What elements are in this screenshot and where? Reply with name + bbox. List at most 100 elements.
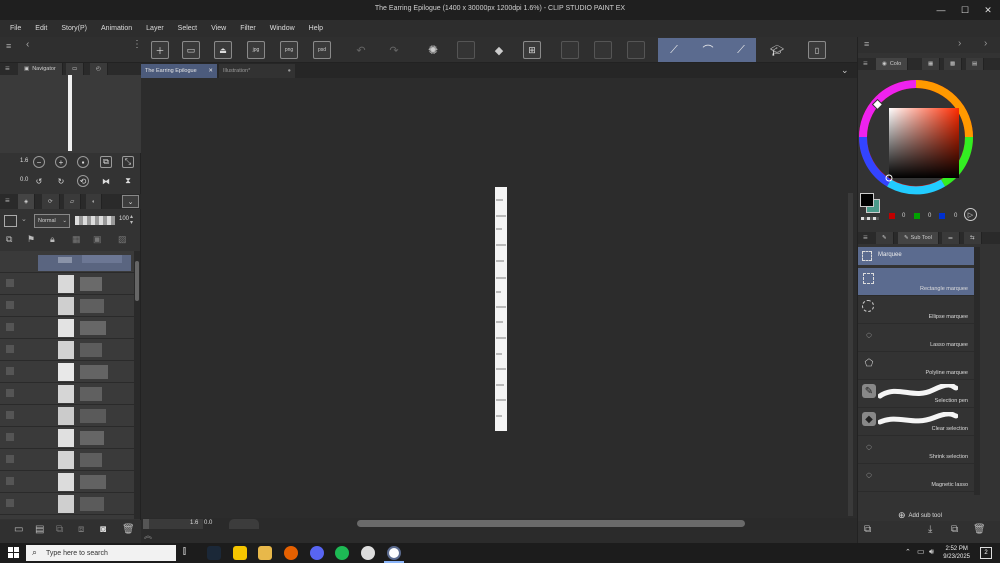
menu-filter[interactable]: Filter <box>233 25 263 32</box>
layer-row[interactable] <box>0 295 134 317</box>
menu-select[interactable]: Select <box>171 25 204 32</box>
reset-rotation-icon[interactable]: ⟲ <box>77 175 89 187</box>
layer-mask-icon[interactable]: ◙ <box>100 524 106 535</box>
color-wheel[interactable] <box>858 77 974 197</box>
taskbar-clock[interactable]: 2:52 PM 9/23/2025 <box>943 545 970 561</box>
subtool-ellipse-marquee[interactable]: Ellipse marquee <box>858 296 974 324</box>
mask-icon[interactable]: ▣ <box>93 234 102 245</box>
clip-studio-paint-icon[interactable] <box>387 546 401 560</box>
layer-row[interactable] <box>0 251 134 273</box>
merge-down-icon[interactable]: ⧉ <box>56 524 63 535</box>
chevron-down-icon[interactable]: ⌄ <box>122 195 139 208</box>
close-button[interactable]: ✕ <box>977 0 999 20</box>
lock-transparent-icon[interactable]: ▦ <box>72 234 81 245</box>
tab-color-history[interactable]: ▤ <box>966 58 985 70</box>
notification-icon[interactable]: 2 <box>980 547 992 559</box>
layer-row[interactable] <box>0 361 134 383</box>
tab-subview[interactable]: ▭ <box>66 63 85 75</box>
tab-info[interactable]: ◴ <box>90 63 108 75</box>
layer-copy-icon[interactable]: ⧉ <box>6 234 12 245</box>
mask-disable-icon[interactable]: ▨ <box>118 234 127 245</box>
reference-layer-icon[interactable]: ⚑ <box>27 234 35 245</box>
tab-layer-property[interactable]: ⟳ <box>42 194 60 209</box>
layer-row[interactable] <box>0 493 134 515</box>
clipping-toggle[interactable] <box>4 215 17 227</box>
color-mode-icon[interactable]: ▷ <box>964 208 977 221</box>
rotate-left-icon[interactable]: ↺ <box>33 175 45 187</box>
tab-intermediate-color[interactable]: ▩ <box>944 58 963 70</box>
subtool-selection-pen[interactable]: ✎ Selection pen <box>858 380 974 408</box>
horizontal-scrollbar[interactable] <box>357 520 745 527</box>
layer-list[interactable] <box>0 251 134 519</box>
subtool-polyline-marquee[interactable]: ⬠ Polyline marquee <box>858 352 974 380</box>
menu-view[interactable]: View <box>204 25 233 32</box>
export-psd-button[interactable]: psd <box>313 41 331 59</box>
subtool-group-header[interactable]: Marquee <box>858 247 974 265</box>
layer-row[interactable] <box>0 405 134 427</box>
download-icon[interactable]: ⤓ <box>928 524 932 535</box>
layer-scrollbar[interactable] <box>134 251 140 519</box>
panel-menu-icon[interactable]: ≡ <box>863 233 868 242</box>
tab-color-set[interactable]: ▦ <box>922 58 941 70</box>
new-file-button[interactable]: ＋ <box>151 41 169 59</box>
new-raster-layer-icon[interactable]: ▭ <box>14 524 23 535</box>
opacity-stepper[interactable]: ▴ ▾ <box>130 214 133 226</box>
task-view-icon[interactable]: ⫿ <box>183 546 197 560</box>
menu-animation[interactable]: Animation <box>94 25 139 32</box>
export-png-button[interactable]: png <box>280 41 298 59</box>
subtool-scrollbar[interactable] <box>974 247 980 495</box>
menu-file[interactable]: File <box>0 25 28 32</box>
panel-menu-icon[interactable]: ≡ <box>863 59 868 68</box>
maximize-button[interactable]: ☐ <box>954 0 976 20</box>
layer-row[interactable] <box>0 383 134 405</box>
canvas-page[interactable] <box>495 187 507 431</box>
copy-icon[interactable] <box>457 41 475 59</box>
open-file-button[interactable]: ▭ <box>182 41 200 59</box>
layer-row[interactable] <box>0 427 134 449</box>
chevron-down-icon[interactable]: ⌄ <box>21 215 27 223</box>
discord-icon[interactable] <box>310 546 324 560</box>
opacity-slider[interactable] <box>75 216 115 225</box>
subtool-lasso-marquee[interactable]: ◌ Lasso marquee <box>858 324 974 352</box>
firefox-icon[interactable] <box>284 546 298 560</box>
taskbar-search-input[interactable]: ⌕ Type here to search <box>26 545 176 561</box>
menu-edit[interactable]: Edit <box>28 25 54 32</box>
sticky-notes-icon[interactable] <box>233 546 247 560</box>
subtool-clear-selection[interactable]: ◆ Clear selection <box>858 408 974 436</box>
clip-studio-icon[interactable] <box>361 546 375 560</box>
transform-icon[interactable]: ⊞ <box>523 41 541 59</box>
tab-layer[interactable]: ◈ <box>18 194 36 209</box>
blend-mode-select[interactable]: Normal ⌄ <box>34 214 70 228</box>
subtool-shrink-selection[interactable]: ◌ Shrink selection <box>858 436 974 464</box>
chevron-down-icon[interactable]: ⌄ <box>841 65 849 76</box>
new-folder-icon[interactable]: ▤ <box>35 524 44 535</box>
vertical-scrollbar[interactable] <box>848 193 853 516</box>
expand-panel-icon[interactable]: › <box>984 38 987 49</box>
panel-menu-icon[interactable]: ≡ <box>864 39 869 49</box>
lock-icon[interactable]: 🔒︎ <box>50 234 55 245</box>
tab-sub-tool[interactable]: ✎ Sub Tool <box>898 232 939 244</box>
layer-row[interactable] <box>0 339 134 361</box>
snap-ruler-icon[interactable]: ⌒ <box>699 41 717 59</box>
add-sub-tool-button[interactable]: ⊕ Add sub tool <box>898 510 942 521</box>
tab-color-wheel[interactable]: ◉ Colo <box>876 58 909 70</box>
tab-brush-size[interactable]: ⇆ <box>964 232 982 244</box>
tab-navigator[interactable]: ▣ Navigator <box>18 63 63 75</box>
menu-layer[interactable]: Layer <box>139 25 171 32</box>
collapse-left-icon[interactable]: ‹ <box>26 39 29 50</box>
layer-row[interactable] <box>0 273 134 295</box>
fit-page-icon[interactable]: ⧉ <box>100 156 112 168</box>
tray-chevron-up-icon[interactable]: ⌃ <box>905 548 911 556</box>
volume-icon[interactable]: 🔊︎ <box>929 547 934 557</box>
tab-history[interactable]: ▱ <box>64 194 82 209</box>
tab-layer-search[interactable]: ◐ <box>86 194 103 209</box>
navigator-preview[interactable] <box>0 75 141 153</box>
close-icon[interactable]: ✕ <box>208 68 213 74</box>
loading-icon[interactable]: ✺ <box>424 41 442 59</box>
panel-menu-icon[interactable]: ≡ <box>6 41 11 51</box>
spotify-icon[interactable] <box>335 546 349 560</box>
combine-icon[interactable]: ⧈ <box>78 524 84 535</box>
companion-mode-icon[interactable]: ▯ <box>808 41 826 59</box>
undo-icon[interactable]: ↶ <box>352 41 370 59</box>
trash-icon[interactable]: 🗑︎ <box>973 524 986 535</box>
